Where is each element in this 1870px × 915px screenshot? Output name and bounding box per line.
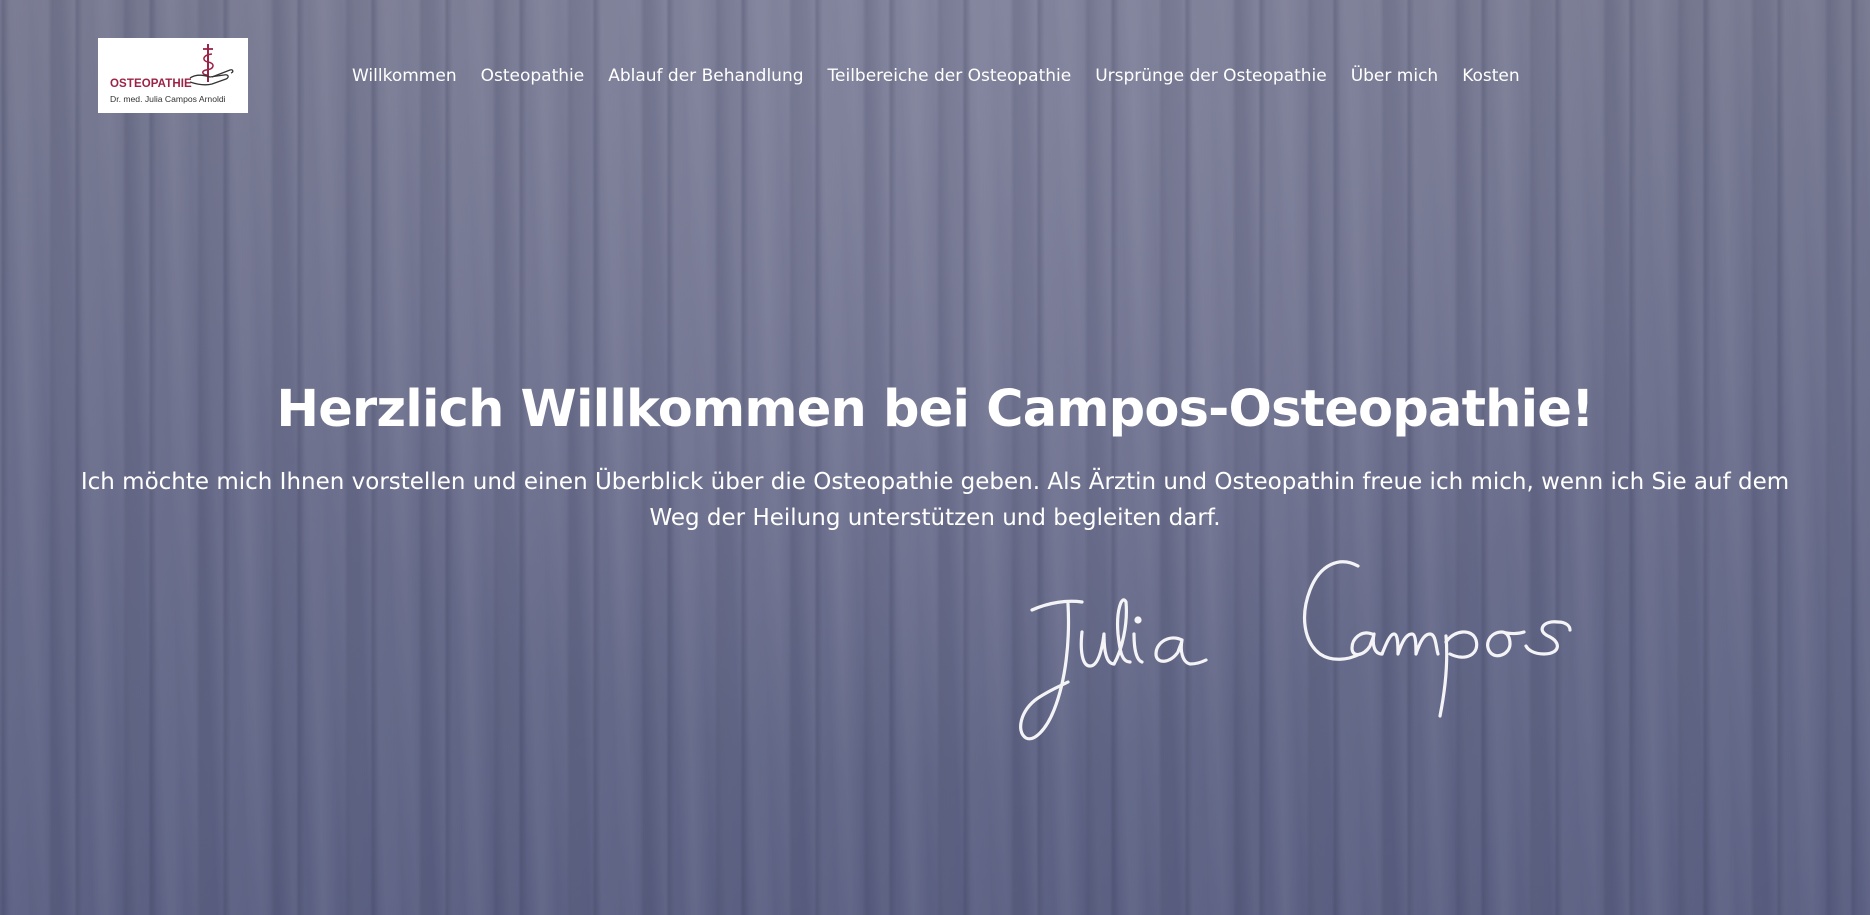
site-logo[interactable]: OSTEOPATHIE Dr. med. Julia Campos Arnold… <box>98 38 248 113</box>
nav-item-osteopathie[interactable]: Osteopathie <box>481 66 585 86</box>
hero-title: Herzlich Willkommen bei Campos-Osteopath… <box>276 380 1594 439</box>
caduceus-hand-icon <box>189 44 234 86</box>
hero-section: OSTEOPATHIE Dr. med. Julia Campos Arnold… <box>0 0 1870 915</box>
nav-item-ablauf-der-behandlung[interactable]: Ablauf der Behandlung <box>608 66 803 86</box>
nav-item-willkommen[interactable]: Willkommen <box>352 66 457 86</box>
nav-item-teilbereiche[interactable]: Teilbereiche der Osteopathie <box>828 66 1072 86</box>
logo-doctor-name: Dr. med. Julia Campos Arnoldi <box>110 94 226 104</box>
nav-item-ueber-mich[interactable]: Über mich <box>1351 66 1439 86</box>
nav-item-urspruenge[interactable]: Ursprünge der Osteopathie <box>1095 66 1327 86</box>
logo-wordmark: OSTEOPATHIE <box>110 78 192 90</box>
main-navigation: Willkommen Osteopathie Ablauf der Behand… <box>352 66 1520 86</box>
hero-background-wood <box>0 0 1870 915</box>
nav-item-kosten[interactable]: Kosten <box>1462 66 1519 86</box>
hero-intro-text: Ich möchte mich Ihnen vorstellen und ein… <box>80 469 1790 531</box>
handwritten-signature <box>1019 560 1572 741</box>
